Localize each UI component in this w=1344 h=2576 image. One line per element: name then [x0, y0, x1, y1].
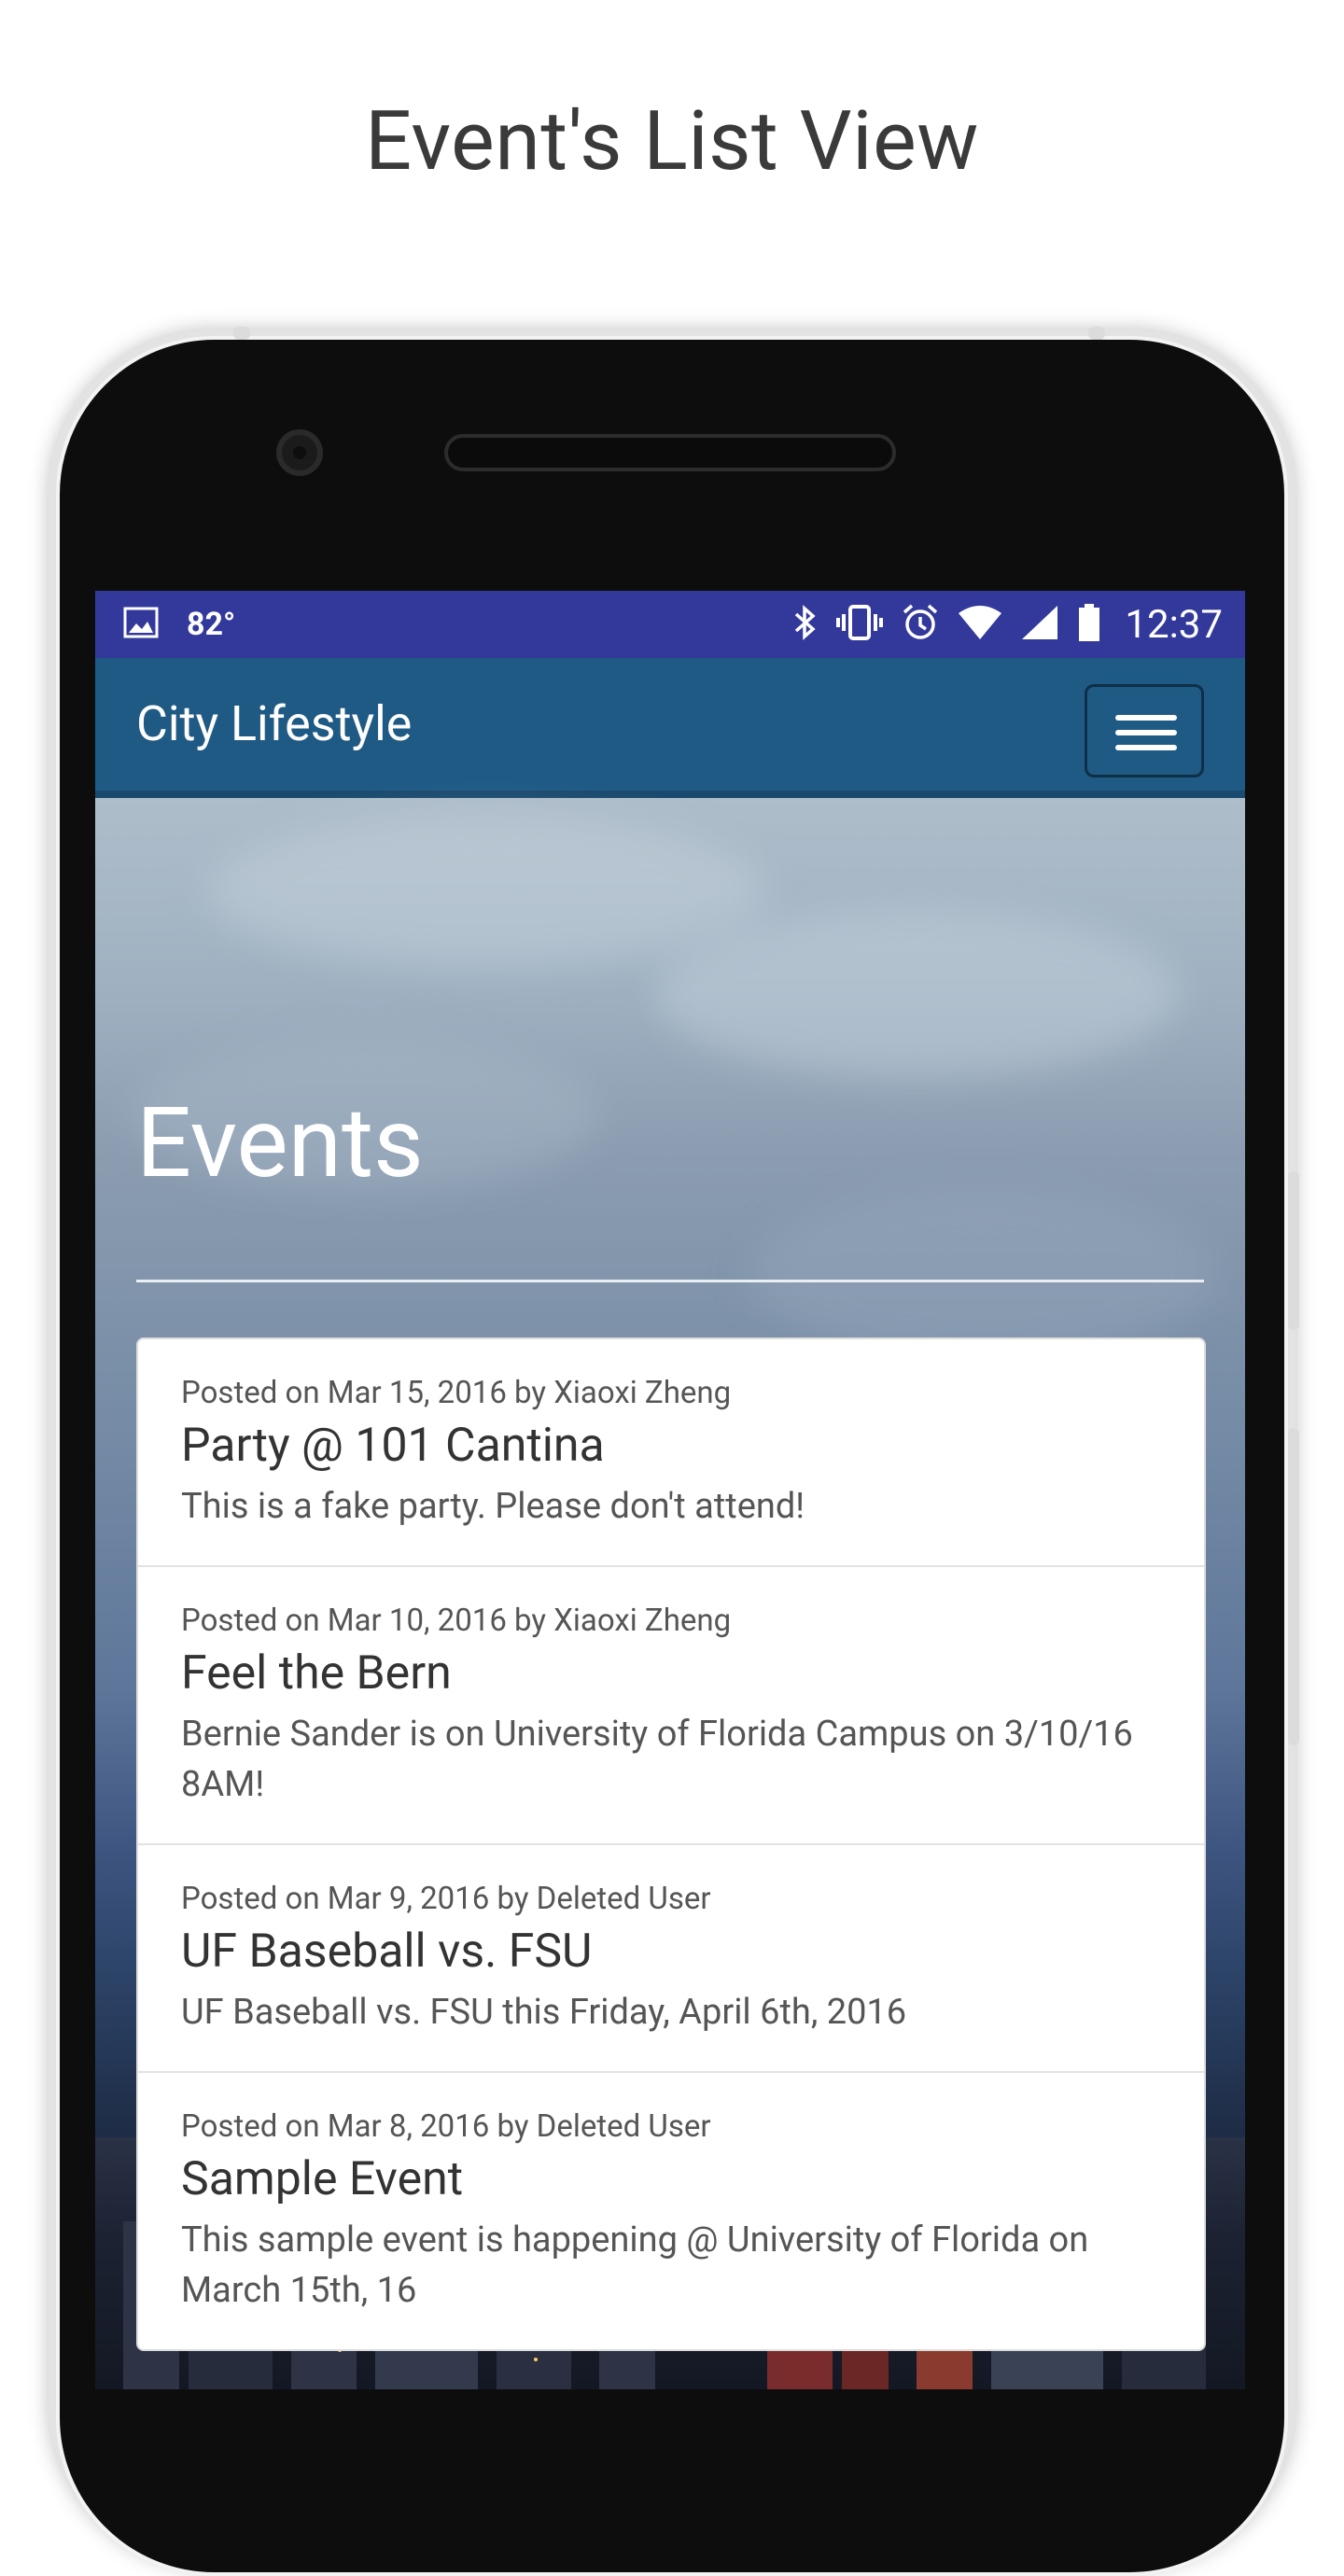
event-title[interactable]: Party @ 101 Cantina	[181, 1416, 1161, 1476]
event-description: UF Baseball vs. FSU this Friday, April 6…	[181, 1992, 907, 2033]
event-list-item[interactable]: Posted on Mar 9, 2016 by Deleted User UF…	[138, 1845, 1204, 2073]
phone-screen: 82° 12:37 City Lifestyle Events Posted o…	[95, 591, 1245, 2389]
event-meta: Posted on Mar 15, 2016 by Xiaoxi Zheng	[181, 1375, 732, 1411]
image-icon	[123, 607, 159, 642]
event-title[interactable]: Feel the Bern	[181, 1644, 1161, 1703]
event-list-item[interactable]: Posted on Mar 8, 2016 by Deleted User Sa…	[138, 2073, 1204, 2349]
temperature-text: 82°	[187, 606, 236, 643]
status-bar: 82° 12:37	[95, 591, 1245, 658]
event-description: Bernie Sander is on University of Florid…	[181, 1714, 1133, 1805]
events-heading: Events	[136, 1087, 424, 1200]
hero-background-image: Events Posted on Mar 15, 2016 by Xiaoxi …	[95, 798, 1245, 2389]
vibrate-icon	[835, 603, 884, 646]
clock-time: 12:37	[1125, 601, 1223, 648]
hamburger-menu-button[interactable]	[1085, 684, 1204, 777]
event-list-item[interactable]: Posted on Mar 15, 2016 by Xiaoxi Zheng P…	[138, 1339, 1204, 1567]
event-meta: Posted on Mar 8, 2016 by Deleted User	[181, 2108, 711, 2145]
phone-side-button-lower[interactable]	[1288, 1428, 1299, 1745]
event-title[interactable]: UF Baseball vs. FSU	[181, 1922, 1161, 1981]
page-title: Event's List View	[365, 93, 979, 189]
events-list: Posted on Mar 15, 2016 by Xiaoxi Zheng P…	[136, 1337, 1206, 2351]
bluetooth-icon	[791, 603, 819, 646]
event-list-item[interactable]: Posted on Mar 10, 2016 by Xiaoxi Zheng F…	[138, 1567, 1204, 1845]
battery-icon	[1076, 603, 1102, 646]
event-meta: Posted on Mar 9, 2016 by Deleted User	[181, 1881, 711, 1917]
front-camera	[276, 429, 323, 476]
event-description: This is a fake party. Please don't atten…	[181, 1486, 805, 1527]
earpiece-speaker	[444, 434, 896, 471]
alarm-icon	[901, 603, 940, 646]
event-meta: Posted on Mar 10, 2016 by Xiaoxi Zheng	[181, 1603, 732, 1639]
top-navbar: City Lifestyle	[95, 658, 1245, 798]
heading-divider	[136, 1280, 1204, 1282]
phone-top-button-right	[1088, 327, 1105, 340]
wifi-icon	[957, 604, 1003, 645]
signal-icon	[1020, 604, 1059, 645]
event-title[interactable]: Sample Event	[181, 2149, 1161, 2209]
brand-title[interactable]: City Lifestyle	[136, 658, 412, 791]
event-description: This sample event is happening @ Univers…	[181, 2219, 1089, 2311]
phone-top-button-left	[233, 327, 250, 340]
phone-side-button-upper[interactable]	[1288, 1171, 1299, 1330]
